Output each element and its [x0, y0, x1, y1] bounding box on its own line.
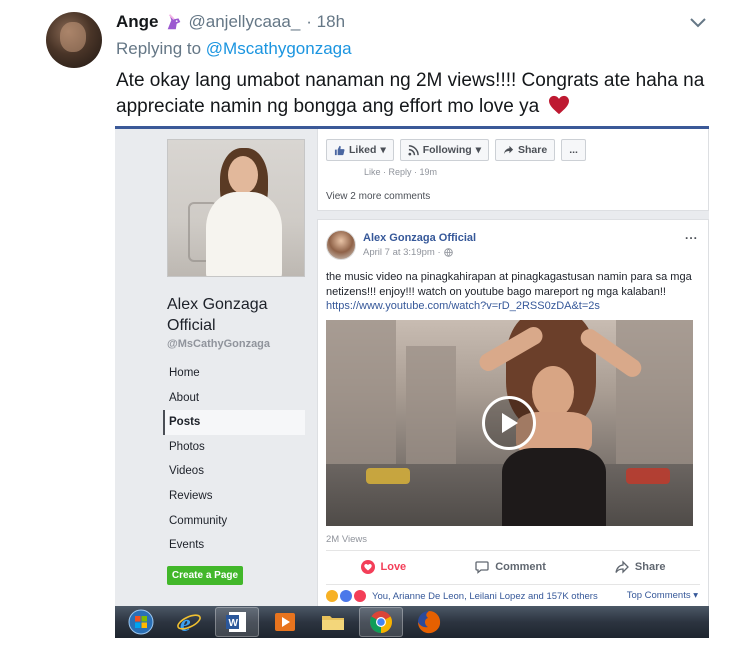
file-explorer-icon[interactable] [311, 607, 355, 637]
rss-icon [408, 144, 419, 156]
svg-text:W: W [229, 618, 239, 629]
user-avatar[interactable] [46, 12, 102, 68]
share-arrow-icon [503, 145, 514, 154]
previous-post-card: Liked ▾ Following ▾ Share ... Like · Rep… [317, 129, 709, 211]
share-icon [615, 560, 629, 574]
share-button[interactable]: Share [615, 560, 666, 574]
view-count: 2M Views [326, 534, 368, 545]
share-label: Share [634, 561, 666, 573]
reactions-summary[interactable]: You, Arianne De Leon, Leilani Lopez and … [326, 590, 598, 602]
red-heart-icon [548, 95, 569, 115]
thumbs-up-icon [334, 145, 345, 155]
replying-prefix: Replying to [116, 39, 202, 58]
nav-item-photos[interactable]: Photos [163, 435, 305, 460]
comment-label: Comment [495, 561, 546, 573]
tweet-time[interactable]: · 18h [306, 12, 345, 32]
youtube-link[interactable]: https://www.youtube.com/watch?v=rD_2RSS0… [326, 300, 600, 312]
nav-item-about[interactable]: About [163, 386, 305, 411]
post-text: the music video na pinagkahirapan at pin… [326, 270, 698, 314]
chevron-down-icon[interactable] [688, 16, 708, 30]
haha-react-icon [326, 590, 338, 602]
tweet-header: Ange @anjellycaaa_ · 18h [116, 12, 345, 32]
video-post: Alex Gonzaga Official April 7 at 3:19pm … [317, 219, 709, 609]
caret-down-icon: ▾ [475, 144, 481, 156]
love-icon [360, 560, 375, 574]
post-author-avatar[interactable] [326, 230, 356, 260]
nav-item-videos[interactable]: Videos [163, 459, 305, 484]
facebook-screenshot: Alex Gonzaga Official @MsCathyGonzaga Ho… [115, 126, 709, 638]
post-options-button[interactable]: ... [685, 228, 698, 242]
post-author-name[interactable]: Alex Gonzaga Official [363, 232, 476, 244]
faded-comment-meta: Like · Reply · 19m [364, 167, 438, 177]
post-action-bar: Love Comment Share [326, 556, 700, 578]
nav-item-home[interactable]: Home [163, 361, 305, 386]
view-more-comments-link[interactable]: View 2 more comments [326, 191, 430, 202]
following-label: Following [422, 144, 472, 156]
love-react-icon [354, 590, 366, 602]
tweet-text: Ate okay lang umabot nanaman ng 2M views… [116, 68, 716, 120]
svg-text:e: e [180, 611, 191, 635]
windows-taskbar: e W [115, 606, 709, 638]
post-body: the music video na pinagkahirapan at pin… [326, 271, 692, 298]
user-handle[interactable]: @anjellycaaa_ [189, 12, 301, 32]
divider [326, 584, 700, 585]
video-player[interactable] [326, 320, 693, 526]
replying-to: Replying to @Mscathygonzaga [116, 39, 352, 59]
nav-item-reviews[interactable]: Reviews [163, 484, 305, 509]
play-icon[interactable] [482, 396, 536, 450]
windows-start-icon[interactable] [119, 607, 163, 637]
replying-to-link[interactable]: @Mscathygonzaga [206, 39, 352, 58]
nav-item-events[interactable]: Events [163, 533, 305, 558]
unicorn-icon [167, 14, 180, 30]
comment-button[interactable]: Comment [475, 560, 546, 574]
page-nav: Home About Posts Photos Videos Reviews C… [163, 361, 305, 558]
word-icon[interactable]: W [215, 607, 259, 637]
following-button[interactable]: Following ▾ [399, 139, 489, 161]
love-button[interactable]: Love [360, 560, 407, 574]
display-name[interactable]: Ange [116, 12, 159, 32]
chrome-icon[interactable] [359, 607, 403, 637]
page-action-bar: Liked ▾ Following ▾ Share ... [326, 139, 586, 161]
liked-button[interactable]: Liked ▾ [326, 139, 394, 161]
profile-photo[interactable] [167, 139, 305, 277]
create-page-button[interactable]: Create a Page [167, 566, 243, 585]
caret-down-icon: ▾ [380, 144, 386, 156]
top-comments-dropdown[interactable]: Top Comments ▾ [627, 590, 698, 601]
internet-explorer-icon[interactable]: e [167, 607, 211, 637]
page-sidebar: Alex Gonzaga Official @MsCathyGonzaga Ho… [115, 129, 308, 609]
media-player-icon[interactable] [263, 607, 307, 637]
reactions-text: You, Arianne De Leon, Leilani Lopez and … [372, 590, 598, 602]
firefox-icon[interactable] [407, 607, 451, 637]
post-time-text: April 7 at 3:19pm · [363, 247, 441, 258]
tweet-body: Ate okay lang umabot nanaman ng 2M views… [116, 70, 705, 117]
post-timestamp[interactable]: April 7 at 3:19pm · [363, 247, 453, 258]
nav-item-posts[interactable]: Posts [163, 410, 305, 435]
more-options-button[interactable]: ... [561, 139, 586, 161]
nav-item-community[interactable]: Community [163, 509, 305, 534]
liked-label: Liked [349, 144, 377, 156]
page-name[interactable]: Alex Gonzaga Official [167, 294, 307, 336]
share-label: Share [518, 144, 548, 156]
page-handle: @MsCathyGonzaga [167, 338, 271, 350]
comment-icon [475, 561, 489, 574]
share-page-button[interactable]: Share [495, 139, 556, 161]
divider [326, 550, 700, 551]
more-label: ... [569, 144, 578, 156]
love-label: Love [380, 561, 407, 573]
globe-icon [443, 248, 453, 257]
like-react-icon [340, 590, 352, 602]
